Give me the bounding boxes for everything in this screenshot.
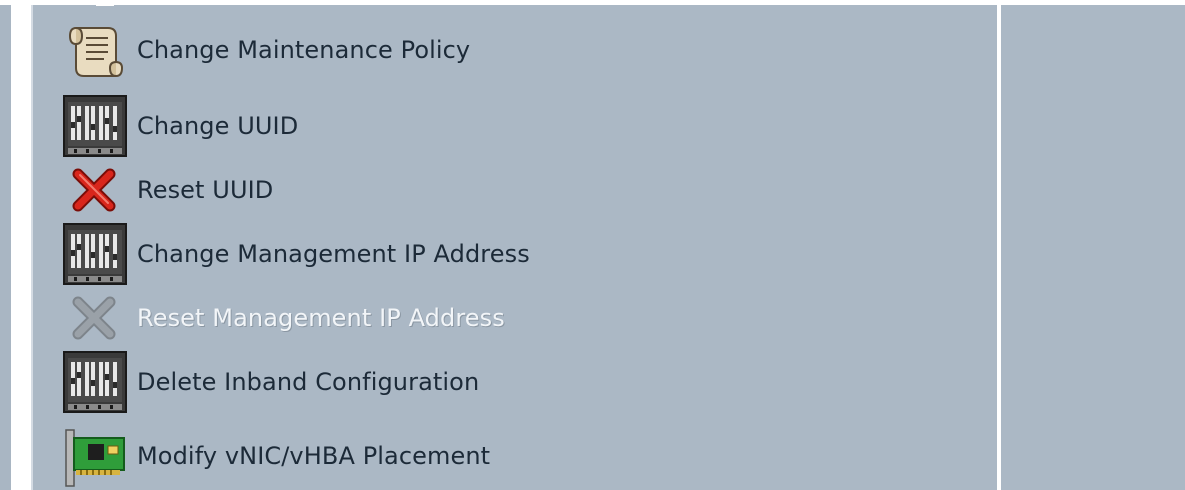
reset-management-ip-action[interactable]: Reset Management IP Address bbox=[62, 286, 505, 350]
reset-uuid-label: Reset UUID bbox=[137, 176, 274, 204]
server-rack-icon bbox=[62, 350, 128, 414]
reset-management-ip-label: Reset Management IP Address bbox=[137, 304, 505, 332]
left-gutter bbox=[0, 5, 11, 490]
server-rack-icon bbox=[62, 94, 128, 158]
change-management-ip-label: Change Management IP Address bbox=[137, 240, 530, 268]
left-border bbox=[11, 5, 33, 490]
delete-inband-configuration-label: Delete Inband Configuration bbox=[137, 368, 480, 396]
change-management-ip-action[interactable]: Change Management IP Address bbox=[62, 222, 530, 286]
red-x-icon bbox=[62, 158, 128, 222]
change-maintenance-policy-label: Change Maintenance Policy bbox=[137, 36, 471, 64]
delete-inband-configuration-action[interactable]: Delete Inband Configuration bbox=[62, 350, 479, 414]
server-rack-icon bbox=[62, 222, 128, 286]
modify-vnic-vhba-placement-action[interactable]: Modify vNIC/vHBA Placement bbox=[62, 424, 490, 488]
previous-item-stub bbox=[96, 0, 114, 6]
right-panel bbox=[1001, 5, 1185, 490]
change-uuid-action[interactable]: Change UUID bbox=[62, 94, 298, 158]
change-uuid-label: Change UUID bbox=[137, 112, 299, 140]
change-maintenance-policy-action[interactable]: Change Maintenance Policy bbox=[62, 18, 470, 82]
action-panel-window: Change Maintenance Policy Change UUID Re… bbox=[0, 0, 1185, 490]
modify-vnic-vhba-placement-label: Modify vNIC/vHBA Placement bbox=[137, 442, 491, 470]
reset-uuid-action[interactable]: Reset UUID bbox=[62, 158, 273, 222]
network-card-icon bbox=[62, 424, 128, 488]
scroll-policy-icon bbox=[62, 18, 128, 82]
gray-x-icon bbox=[62, 286, 128, 350]
